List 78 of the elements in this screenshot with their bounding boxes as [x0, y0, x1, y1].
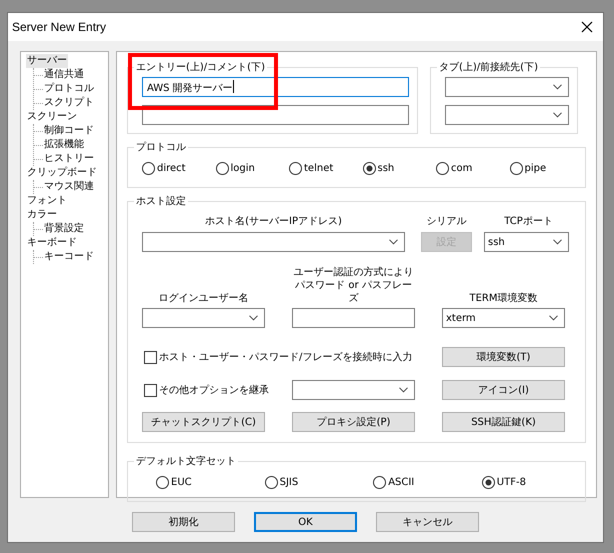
group-label: プロトコル [135, 141, 187, 154]
entry-field[interactable]: AWS 開発サーバー [142, 77, 409, 97]
chevron-down-icon [553, 84, 562, 90]
dialog-button[interactable]: 初期化 [132, 512, 235, 532]
option-label: direct [157, 162, 186, 175]
option-label: UTF-8 [496, 476, 526, 489]
host-dropdown[interactable] [142, 232, 405, 252]
checkbox[interactable] [144, 384, 157, 396]
tree-item[interactable]: ヒストリー [43, 152, 95, 166]
tree-item[interactable]: フォント [26, 194, 68, 208]
group-label: ホスト設定 [135, 195, 187, 208]
tree-item[interactable]: キーボード [26, 236, 78, 250]
option-label: login [230, 162, 255, 175]
field-label: TCPポート [503, 215, 554, 228]
chat-script-button[interactable]: チャットスクリプト(C) [142, 412, 265, 432]
field-label: ユーザー認証の方式により [294, 266, 414, 279]
option-label: ASCII [388, 476, 414, 489]
checkbox[interactable] [144, 350, 157, 364]
chevron-down-icon [553, 112, 562, 118]
term-dropdown[interactable]: xterm [442, 308, 565, 328]
password-field[interactable] [292, 308, 415, 328]
tree-item[interactable]: マウス関連 [43, 180, 95, 194]
option-label: com [451, 162, 472, 175]
tree-item[interactable]: 背景設定 [43, 222, 85, 236]
option-label: EUC [171, 476, 192, 489]
tree-item[interactable]: サーバー [26, 54, 68, 68]
radio-button[interactable] [373, 476, 386, 489]
radio-button[interactable] [436, 162, 449, 175]
options-dropdown[interactable] [292, 380, 415, 400]
tree-item[interactable]: スクリーン [26, 110, 78, 124]
option-label: pipe [524, 162, 546, 175]
tree-item[interactable]: 制御コード [43, 124, 95, 138]
chevron-down-icon [399, 387, 408, 393]
tree-item[interactable]: クリップボード [26, 166, 98, 180]
dropdown[interactable] [445, 105, 569, 125]
radio-button[interactable] [264, 476, 278, 489]
field-label: ログインユーザー名 [158, 292, 250, 305]
chevron-down-icon [389, 239, 398, 245]
chevron-down-icon [249, 315, 258, 321]
dropdown[interactable] [445, 77, 569, 97]
field-label: TERM環境変数 [468, 292, 538, 305]
tree-item[interactable]: キーコード [43, 250, 95, 264]
chevron-down-icon [549, 315, 558, 321]
radio-button[interactable] [142, 162, 155, 175]
option-label: ssh [378, 162, 394, 175]
tree-item[interactable]: 拡張機能 [43, 138, 85, 152]
checkbox-label: ホスト・ユーザー・パスワード/フレーズを接続時に入力 [159, 350, 412, 364]
group-label: エントリー(上)/コメント(下) [135, 61, 266, 74]
radio-button[interactable] [156, 476, 169, 489]
tree-item[interactable]: スクリプト [43, 96, 95, 110]
icon-button[interactable]: アイコン(I) [442, 380, 565, 400]
field-label: パスワード or パスフレーズ [294, 279, 413, 305]
field-label: シリアル [426, 215, 468, 228]
option-label: telnet [304, 162, 334, 175]
env-vars-button[interactable]: 環境変数(T) [442, 347, 565, 367]
radio-button[interactable] [510, 162, 522, 175]
group-label: デフォルト文字セット [135, 455, 237, 468]
close-icon[interactable] [581, 21, 593, 33]
proxy-settings-button[interactable]: プロキシ設定(P) [292, 412, 415, 432]
tree-item[interactable]: カラー [26, 208, 58, 222]
radio-button[interactable] [482, 476, 495, 489]
ssh-key-button[interactable]: SSH認証鍵(K) [442, 412, 565, 432]
radio-button[interactable] [362, 162, 376, 175]
radio-button[interactable] [216, 162, 228, 175]
dialog-button[interactable]: キャンセル [376, 512, 479, 532]
radio-button[interactable] [289, 162, 302, 175]
user-dropdown[interactable] [142, 308, 265, 328]
port-dropdown[interactable]: ssh [484, 232, 569, 252]
tree-item[interactable]: 通信共通 [43, 68, 85, 82]
dialog-button[interactable]: OK [254, 512, 357, 532]
tree-item[interactable]: プロトコル [43, 82, 95, 96]
group-label: タブ(上)/前接続先(下) [438, 61, 539, 74]
option-label: SJIS [280, 476, 298, 489]
chevron-down-icon [553, 239, 562, 245]
checkbox-label: その他オプションを継承 [159, 384, 269, 396]
field-label: ホスト名(サーバーIPアドレス) [204, 215, 343, 228]
window-title: Server New Entry [12, 20, 106, 34]
comment-field[interactable] [142, 105, 409, 125]
